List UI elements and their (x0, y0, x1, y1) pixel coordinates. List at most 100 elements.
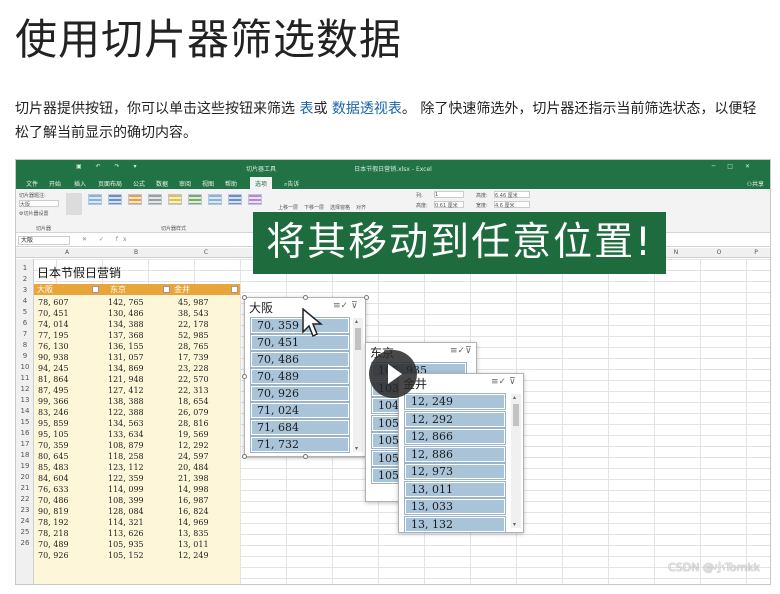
row-number[interactable]: 25 (16, 527, 34, 538)
style-swatch-5[interactable] (168, 194, 182, 205)
table-cell[interactable]: 138, 388 (108, 396, 144, 407)
row-number[interactable]: 24 (16, 516, 34, 527)
resize-handle[interactable] (242, 295, 247, 300)
send-backward-button[interactable]: 下移一层 (304, 204, 324, 211)
window-controls[interactable]: ─□✕ (712, 163, 762, 170)
scrollbar[interactable]: ▴ ▾ (353, 318, 363, 452)
table-cell[interactable]: 13, 011 (178, 539, 209, 550)
row-number[interactable]: 14 (16, 406, 34, 417)
row-number[interactable]: 23 (16, 505, 34, 516)
table-cell[interactable]: 70, 359 (38, 440, 69, 451)
table-cell[interactable]: 133, 634 (108, 429, 144, 440)
table-cell[interactable]: 122, 359 (108, 473, 144, 484)
column-header-n[interactable]: N (666, 249, 686, 256)
table-cell[interactable]: 105, 152 (108, 550, 144, 561)
slicer-height-field[interactable]: 6.46 厘米 (494, 191, 530, 199)
slicer-item[interactable]: 12, 292 (404, 410, 506, 428)
clear-filter-icon[interactable]: ⊽ (465, 346, 472, 356)
slicer-item[interactable]: 70, 926 (250, 385, 350, 402)
slicer-item[interactable]: 70, 486 (250, 351, 350, 368)
scroll-thumb[interactable] (513, 404, 519, 426)
slicer-item[interactable]: 13, 033 (404, 498, 506, 515)
filter-dropdown-osaka[interactable] (92, 286, 99, 293)
row-number[interactable]: 8 (16, 340, 34, 351)
row-number[interactable]: 22 (16, 494, 34, 505)
share-button[interactable]: ⚇共享 (747, 179, 764, 188)
slicer-item[interactable]: 12, 249 (404, 393, 506, 410)
tab-page-layout[interactable]: 页面布局 (98, 179, 122, 188)
table-cell[interactable]: 85, 483 (38, 462, 69, 473)
table-cell[interactable]: 19, 569 (178, 429, 209, 440)
row-number[interactable]: 17 (16, 439, 34, 450)
link-table[interactable]: 表 (299, 101, 313, 117)
table-cell[interactable]: 76, 130 (38, 341, 69, 352)
table-cell[interactable]: 134, 388 (108, 319, 144, 330)
table-cell[interactable]: 24, 597 (178, 451, 209, 462)
table-cell[interactable]: 90, 938 (38, 352, 69, 363)
report-connections-icon[interactable] (66, 193, 82, 215)
resize-handle[interactable] (303, 295, 308, 300)
slicer-item[interactable]: 12, 886 (404, 445, 506, 463)
tab-view[interactable]: 视图 (202, 179, 214, 188)
clear-filter-icon[interactable]: ⊽ (351, 301, 358, 311)
table-cell[interactable]: 78, 607 (38, 297, 69, 308)
table-cell[interactable]: 84, 604 (38, 473, 69, 484)
row-number[interactable]: 11 (16, 373, 34, 384)
table-cell[interactable]: 77, 195 (38, 330, 69, 341)
table-cell[interactable]: 28, 765 (178, 341, 209, 352)
filter-dropdown-tokyo[interactable] (163, 286, 170, 293)
slicer-settings-button[interactable]: ⚙切片器设置 (19, 210, 49, 217)
table-cell[interactable]: 108, 399 (108, 495, 144, 506)
clear-filter-icon[interactable]: ⊽ (509, 377, 516, 387)
style-swatch-1[interactable] (88, 194, 102, 205)
slicer-item[interactable]: 70, 489 (250, 368, 350, 385)
table-cell[interactable]: 134, 563 (108, 418, 144, 429)
table-cell[interactable]: 95, 105 (38, 429, 69, 440)
slicer-caption-field[interactable]: 大阪 (19, 200, 59, 208)
row-number[interactable]: 26 (16, 538, 34, 549)
table-cell[interactable]: 13, 835 (178, 528, 209, 539)
row-number[interactable]: 6 (16, 318, 34, 329)
table-cell[interactable]: 131, 057 (108, 352, 144, 363)
row-number[interactable]: 15 (16, 417, 34, 428)
tab-file[interactable]: 文件 (26, 179, 38, 188)
table-cell[interactable]: 52, 985 (178, 330, 209, 341)
style-swatch-8[interactable] (228, 194, 242, 205)
header-osaka[interactable]: 大阪 (37, 284, 53, 295)
table-cell[interactable]: 108, 879 (108, 440, 144, 451)
table-cell[interactable]: 12, 249 (178, 550, 209, 561)
video-player[interactable]: ▣ ↶ ↷ ▾ 切片器工具 日本节假日营销.xlsx - Excel ─□✕ 文… (15, 159, 771, 585)
tab-help[interactable]: 帮助 (225, 179, 237, 188)
table-cell[interactable]: 130, 486 (108, 308, 144, 319)
table-cell[interactable]: 70, 451 (38, 308, 69, 319)
row-number[interactable]: 12 (16, 384, 34, 395)
row-number[interactable]: 18 (16, 450, 34, 461)
resize-handle[interactable] (242, 374, 247, 379)
tab-home[interactable]: 开始 (49, 179, 61, 188)
table-cell[interactable]: 78, 192 (38, 517, 69, 528)
tell-me-box[interactable]: ⌕告诉 (284, 179, 299, 189)
row-number[interactable]: 2 (16, 274, 34, 285)
slicer-item[interactable]: 71, 732 (250, 436, 350, 453)
row-number[interactable]: 13 (16, 395, 34, 406)
bring-forward-button[interactable]: 上移一层 (278, 204, 298, 211)
slicer-item[interactable]: 13, 011 (404, 480, 506, 498)
resize-handle[interactable] (364, 295, 369, 300)
table-cell[interactable]: 26, 079 (178, 407, 209, 418)
scroll-up-icon[interactable]: ▴ (355, 318, 358, 325)
table-cell[interactable]: 76, 633 (38, 484, 69, 495)
scroll-up-icon[interactable]: ▴ (513, 394, 516, 401)
table-cell[interactable]: 14, 969 (178, 517, 209, 528)
table-cell[interactable]: 22, 313 (178, 385, 209, 396)
table-cell[interactable]: 105, 935 (108, 539, 144, 550)
scroll-thumb[interactable] (355, 328, 361, 350)
slicer-item[interactable]: 13, 132 (404, 515, 506, 533)
table-cell[interactable]: 95, 859 (38, 418, 69, 429)
tab-formulas[interactable]: 公式 (133, 179, 145, 188)
table-cell[interactable]: 121, 948 (108, 374, 144, 385)
header-tokyo[interactable]: 东京 (110, 284, 126, 295)
table-cell[interactable]: 137, 368 (108, 330, 144, 341)
slicer-item[interactable]: 71, 684 (250, 419, 350, 436)
filter-dropdown-kanai[interactable] (231, 286, 238, 293)
table-cell[interactable]: 81, 864 (38, 374, 69, 385)
